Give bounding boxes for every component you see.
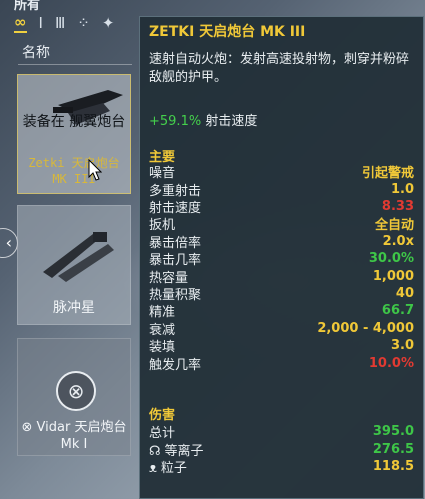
filter-tier3-icon[interactable]: Ⅲ xyxy=(55,14,65,32)
stat-row: 热量积聚 40 xyxy=(149,285,414,303)
stat-label: 暴击几率 xyxy=(149,253,202,269)
stat-value: 66.7 xyxy=(381,303,414,319)
stat-row: 噪音 引起警戒 xyxy=(149,163,414,182)
stat-row: 装填 3.0 xyxy=(149,337,414,356)
list-item-selected[interactable]: 装备在 舰翼炮台 Zetki 天启炮台 MK III xyxy=(17,74,131,194)
stat-value: 1,000 xyxy=(372,268,414,284)
item-name: 脉冲星 xyxy=(53,300,95,316)
section-title-damage: 伤害 xyxy=(149,408,176,423)
column-header-name[interactable]: 名称 xyxy=(18,42,132,65)
equip-status: 装备在 舰翼炮台 xyxy=(22,114,126,130)
stat-value: 10.0% xyxy=(368,355,414,371)
damage-row-total: 总计 395.0 xyxy=(149,423,414,442)
filter-all-icon[interactable]: ∞ xyxy=(14,13,27,33)
stat-label: 暴击倍率 xyxy=(149,235,202,251)
damage-label: 粒子 xyxy=(160,461,187,476)
scroll-left-button[interactable]: ‹ xyxy=(0,228,18,258)
stat-row: 暴击几率 30.0% xyxy=(149,250,414,269)
stat-label: 精准 xyxy=(149,305,176,321)
cursor-icon xyxy=(88,159,102,181)
stat-value: 30.0% xyxy=(368,251,414,267)
damage-value: 395.0 xyxy=(372,424,414,440)
stat-label: 噪音 xyxy=(149,166,176,182)
stat-value: 2.0x xyxy=(382,233,414,249)
stat-label: 多重射击 xyxy=(149,183,202,199)
item-name: ⊗ Vidar 天启炮台 Mk I xyxy=(21,420,127,452)
filter-star-icon[interactable]: ✦ xyxy=(102,14,115,32)
damage-value: 276.5 xyxy=(372,441,414,457)
stat-value: 3.0 xyxy=(390,338,414,354)
chevron-left-icon: ‹ xyxy=(5,233,12,252)
stat-value: 40 xyxy=(395,285,414,301)
stat-value: 8.33 xyxy=(381,198,414,214)
stat-label: 扳机 xyxy=(149,218,176,234)
stat-label: 装填 xyxy=(149,340,176,356)
damage-row-plasma: ☊ 等离子 276.5 xyxy=(149,440,414,459)
bonus-label: 射击速度 xyxy=(205,114,258,129)
stat-label: 热容量 xyxy=(149,270,189,286)
tooltip-description: 速射自动火炮：发射高速投射物，刺穿并粉碎敌舰的护甲。 xyxy=(149,52,410,85)
stat-label: 衰减 xyxy=(149,322,176,338)
particle-icon: ᴥ xyxy=(149,461,157,476)
tooltip-bonus: +59.1% 射击速度 xyxy=(149,110,257,129)
stat-row: 触发几率 10.0% xyxy=(149,354,414,373)
stat-row: 精准 66.7 xyxy=(149,302,414,321)
stat-row: 暴击倍率 2.0x xyxy=(149,233,414,251)
bonus-value: +59.1% xyxy=(149,114,202,129)
stat-label: 热量积聚 xyxy=(149,288,202,303)
list-item[interactable]: 脉冲星 xyxy=(17,205,131,325)
list-item[interactable]: ⊗ ⊗ Vidar 天启炮台 Mk I xyxy=(17,338,131,456)
stat-value: 1.0 xyxy=(390,181,414,197)
item-tooltip: ZETKI 天启炮台 MK III 速射自动火炮：发射高速投射物，刺穿并粉碎敌舰… xyxy=(139,16,424,499)
filter-grid-icon[interactable]: ⁘ xyxy=(77,14,90,32)
stat-row: 衰减 2,000 - 4,000 xyxy=(149,320,414,338)
vidar-emblem-icon: ⊗ xyxy=(56,371,96,411)
pulsar-turret-icon xyxy=(43,232,114,282)
stat-value: 2,000 - 4,000 xyxy=(317,320,414,336)
item-name: Zetki 天启炮台 MK III xyxy=(28,156,120,186)
filter-tier1-icon[interactable]: Ⅰ xyxy=(39,14,43,32)
tooltip-title: ZETKI 天启炮台 MK III xyxy=(149,24,306,40)
stat-label: 射击速度 xyxy=(149,201,202,216)
damage-label: 总计 xyxy=(149,426,176,442)
stat-value: 全自动 xyxy=(374,218,414,234)
stat-row: 扳机 全自动 xyxy=(149,215,414,234)
stat-value: 引起警戒 xyxy=(361,166,414,182)
damage-value: 118.5 xyxy=(372,458,414,474)
damage-row-particle: ᴥ 粒子 118.5 xyxy=(149,458,414,476)
stat-label: 触发几率 xyxy=(149,357,202,373)
stat-row: 多重射击 1.0 xyxy=(149,180,414,199)
filter-bar: ∞ Ⅰ Ⅲ ⁘ ✦ xyxy=(14,12,114,34)
stat-row: 射击速度 8.33 xyxy=(149,198,414,216)
stat-row: 热容量 1,000 xyxy=(149,267,414,286)
